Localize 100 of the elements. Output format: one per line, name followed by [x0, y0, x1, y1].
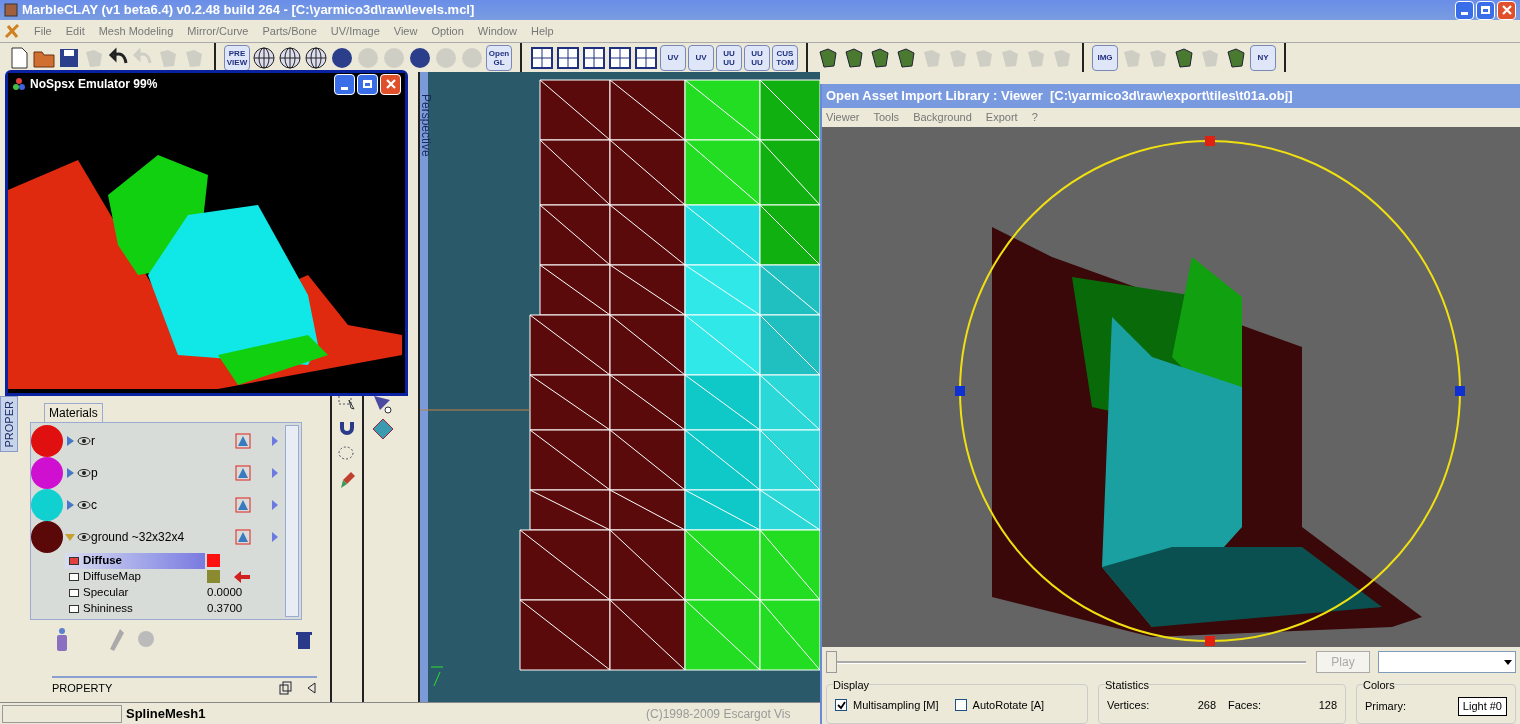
- dock-icon[interactable]: [279, 680, 293, 695]
- arrow-right-icon[interactable]: [271, 434, 279, 447]
- arrow-right-icon[interactable]: [271, 530, 279, 543]
- eye-icon[interactable]: [77, 467, 91, 478]
- cone-icon[interactable]: [235, 432, 251, 449]
- pointer-icon[interactable]: [234, 570, 250, 583]
- shape-icon[interactable]: [894, 45, 918, 70]
- rotation-circle-drawing[interactable]: [954, 135, 1466, 647]
- cone-icon[interactable]: [235, 464, 251, 481]
- material-name[interactable]: ground ~32x32x4: [91, 527, 235, 546]
- app-icon: [4, 3, 18, 17]
- window-title: MarbleCLAY (v1 beta6.4) v0.2.48 build 264 - [C:\yarmico3d\raw\levels.mcl]: [22, 1, 476, 20]
- checkbox-label[interactable]: Multisampling [M]: [853, 697, 939, 714]
- shape-icon[interactable]: [1172, 45, 1196, 70]
- shape-icon[interactable]: [868, 45, 892, 70]
- material-name[interactable]: c: [91, 495, 235, 514]
- expand-right-icon[interactable]: [65, 435, 75, 446]
- toolbar-button[interactable]: UU UU: [744, 44, 770, 71]
- menu-item[interactable]: UV/Image: [330, 22, 380, 40]
- eye-icon[interactable]: [77, 499, 91, 510]
- expand-right-icon[interactable]: [65, 499, 75, 510]
- texture-swatch[interactable]: [207, 570, 220, 583]
- side-tab[interactable]: PROPER: [0, 396, 18, 452]
- property-row[interactable]: Specular: [65, 584, 205, 601]
- page-icon[interactable]: [8, 45, 30, 70]
- shape-icon[interactable]: [842, 45, 866, 70]
- layout-icon[interactable]: [556, 45, 580, 70]
- light-color-field[interactable]: Light #0: [1457, 697, 1507, 716]
- menu-item[interactable]: Background: [913, 109, 972, 126]
- close-button[interactable]: [380, 73, 401, 95]
- menu-item[interactable]: File: [34, 22, 52, 40]
- layout-icon[interactable]: [530, 45, 554, 70]
- cone-icon[interactable]: [235, 528, 251, 545]
- globe-icon[interactable]: [304, 45, 328, 70]
- layout-icon[interactable]: [582, 45, 606, 70]
- material-name[interactable]: r: [91, 431, 235, 450]
- dropdown-arrow-icon: [1504, 659, 1512, 665]
- axis-icon: [430, 666, 446, 688]
- toolbar-button[interactable]: CUS TOM: [772, 44, 798, 71]
- viewport[interactable]: Perspective: [420, 72, 820, 702]
- globe-icon[interactable]: [278, 45, 302, 70]
- layout-icon[interactable]: [634, 45, 658, 70]
- timeline-thumb[interactable]: [826, 651, 837, 674]
- menu-item[interactable]: Mirror/Curve: [187, 22, 249, 40]
- arrow-right-icon[interactable]: [271, 466, 279, 479]
- maximize-button[interactable]: [357, 73, 378, 95]
- menu-item[interactable]: Window: [477, 22, 517, 40]
- cone-icon[interactable]: [235, 496, 251, 513]
- menu-item[interactable]: Edit: [65, 22, 85, 40]
- trash-icon[interactable]: [296, 629, 312, 650]
- collapse-left-icon[interactable]: [307, 681, 317, 694]
- property-value[interactable]: 0.0000: [207, 583, 243, 602]
- menu-item[interactable]: Export: [985, 109, 1018, 126]
- menu-item[interactable]: Mesh Modeling: [98, 22, 174, 40]
- close-icon: [385, 79, 396, 89]
- stat-label: Vertices:: [1107, 698, 1151, 713]
- tetra-icon[interactable]: [372, 418, 394, 440]
- bone-icon[interactable]: [372, 394, 394, 414]
- panel-footer-title: PROPERTY: [52, 680, 114, 696]
- menu-item[interactable]: Viewer: [826, 109, 860, 126]
- arrow-right-icon[interactable]: [271, 498, 279, 511]
- checkbox[interactable]: [954, 699, 967, 712]
- timeline-slider[interactable]: [826, 651, 1306, 674]
- material-name[interactable]: p: [91, 463, 235, 482]
- toolbar-button[interactable]: UV: [688, 44, 714, 71]
- toolbar-button[interactable]: Open GL: [486, 44, 512, 71]
- shape-icon[interactable]: [816, 45, 840, 70]
- toolbar-button[interactable]: PRE VIEW: [224, 44, 250, 71]
- eye-icon[interactable]: [77, 531, 91, 542]
- property-row[interactable]: Diffuse: [65, 552, 205, 569]
- shape-icon[interactable]: [1224, 45, 1248, 70]
- toolbar-button[interactable]: UV: [660, 44, 686, 71]
- sphere-icon[interactable]: [330, 45, 354, 70]
- checkbox-label[interactable]: AutoRotate [A]: [972, 697, 1045, 714]
- scrollbar[interactable]: [285, 424, 299, 617]
- menu-item[interactable]: Tools: [873, 109, 900, 126]
- menu-item[interactable]: View: [393, 22, 418, 40]
- color-label: Primary:: [1365, 699, 1406, 714]
- checkbox[interactable]: [835, 699, 847, 712]
- sphere-icon[interactable]: [408, 45, 432, 70]
- color-swatch[interactable]: [207, 554, 220, 567]
- toolbar-button[interactable]: UU UU: [716, 44, 742, 71]
- property-row[interactable]: DiffuseMap: [65, 568, 205, 585]
- menu-item[interactable]: Option: [431, 22, 464, 40]
- toolbar-button[interactable]: IMG: [1092, 44, 1118, 71]
- dropdown[interactable]: [1378, 651, 1516, 674]
- menu-item[interactable]: ?: [1031, 109, 1038, 126]
- eye-icon[interactable]: [77, 435, 91, 446]
- menu-item[interactable]: Parts/Bone: [262, 22, 317, 40]
- globe-icon[interactable]: [252, 45, 276, 70]
- expand-right-icon[interactable]: [65, 467, 75, 478]
- stat-value: 128: [1318, 698, 1337, 713]
- property-value[interactable]: 0.3700: [207, 599, 243, 618]
- minimize-button[interactable]: [334, 73, 355, 95]
- close-icon: [1501, 5, 1512, 15]
- menu-item[interactable]: Help: [530, 22, 554, 40]
- layout-icon[interactable]: [608, 45, 632, 70]
- status-text: SplineMesh1: [126, 704, 207, 723]
- property-row[interactable]: Shininess: [65, 600, 205, 617]
- toolbar-button[interactable]: NY: [1250, 44, 1276, 71]
